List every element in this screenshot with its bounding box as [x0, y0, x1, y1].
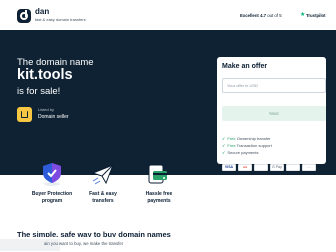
mastercard-badge: ●● — [238, 164, 252, 171]
rating-label: Excellent — [240, 13, 259, 18]
domain-name-title: kit.tools — [17, 67, 73, 83]
feature-ownership-transfer: ✓ Free Ownership transfer — [222, 136, 271, 141]
dan-logo-icon[interactable] — [17, 9, 31, 23]
brand-name[interactable]: dan — [35, 7, 49, 16]
listed-by-label: Listed by — [38, 107, 55, 112]
check-icon: ✓ — [222, 143, 226, 148]
feature-transaction-support: ✓ Free Transaction support — [222, 143, 272, 148]
trustpilot-star-icon: ★ — [300, 12, 306, 18]
trustpilot-name[interactable]: Trustpilot — [306, 13, 326, 18]
shield-icon — [43, 163, 61, 186]
paper-plane-icon — [91, 164, 114, 185]
next-button[interactable]: Next — [222, 106, 326, 121]
payment-card-icon — [148, 164, 167, 184]
trustpilot-rating[interactable]: Excellent 4.7 out of 5 — [240, 13, 282, 18]
feature-secure-payments: ✓ Secure payments — [222, 150, 259, 155]
check-icon: ✓ — [222, 136, 226, 141]
site-header: dan fast & easy domain transfers Excelle… — [0, 0, 336, 30]
hero-line-3: is for sale! — [17, 86, 61, 97]
brand-tagline: fast & easy domain transfers — [35, 17, 86, 22]
benefit-hassle-free-payments: Hassle free payments — [145, 191, 173, 204]
visa-badge: VISA — [222, 164, 236, 171]
rating-score: 4.7 — [260, 13, 267, 18]
check-icon: ✓ — [222, 150, 226, 155]
section-subtitle: ain you want to buy, we make the transfe… — [44, 241, 124, 246]
more-payments-badge: … — [302, 164, 316, 171]
benefit-fast-transfers: Fast & easy transfers — [89, 191, 117, 204]
offer-amount-input[interactable] — [222, 78, 326, 93]
gpay-badge: G Pay — [270, 164, 284, 171]
seller-name[interactable]: Domain seller — [38, 114, 69, 120]
payment-badge — [286, 164, 300, 171]
seller-avatar-icon — [17, 107, 32, 122]
payment-badge — [254, 164, 268, 171]
rating-out-of: out of 5 — [267, 13, 282, 18]
offer-title: Make an offer — [222, 63, 268, 70]
